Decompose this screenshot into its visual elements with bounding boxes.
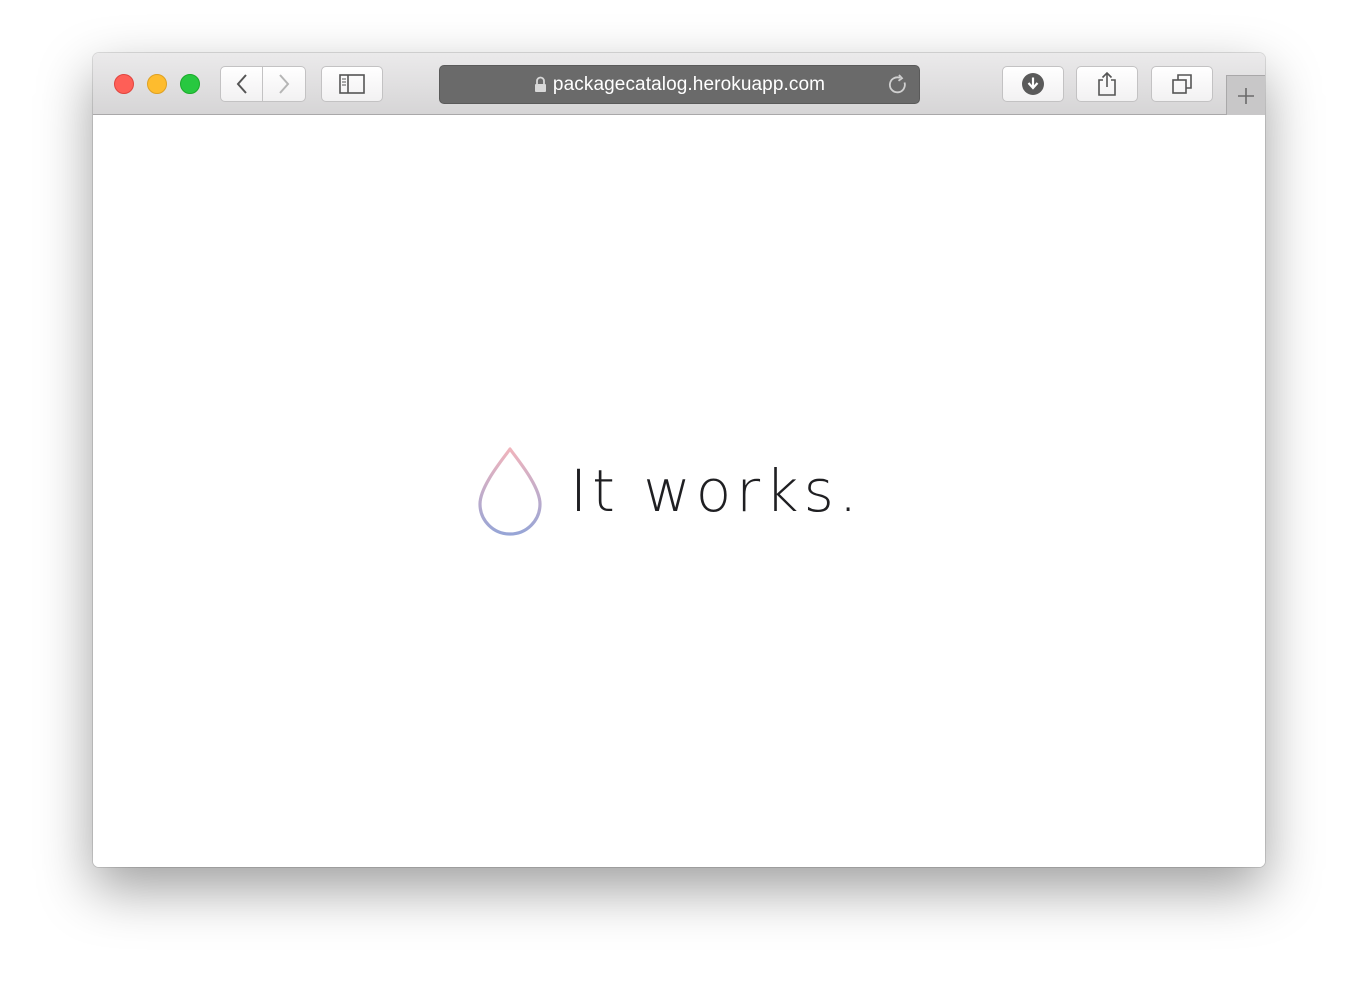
share-icon (1098, 71, 1116, 96)
close-window-button[interactable] (114, 74, 134, 94)
tab-overview-button[interactable] (1151, 66, 1213, 102)
forward-button[interactable] (263, 66, 306, 102)
reload-icon[interactable] (887, 74, 909, 96)
url-display: packagecatalog.herokuapp.com (440, 66, 919, 103)
droplet-icon (478, 447, 542, 536)
share-button[interactable] (1076, 66, 1138, 102)
plus-icon (1238, 87, 1254, 104)
toolbar: packagecatalog.herokuapp.com (93, 53, 1265, 115)
address-bar[interactable]: packagecatalog.herokuapp.com (439, 65, 920, 104)
chevron-left-icon (236, 74, 247, 94)
chevron-right-icon (279, 74, 290, 94)
zoom-window-button[interactable] (180, 74, 200, 94)
headline: It works. (570, 457, 863, 525)
downloads-button[interactable] (1002, 66, 1064, 102)
browser-window: packagecatalog.herokuapp.com It works. (93, 53, 1265, 867)
download-icon (1022, 73, 1044, 95)
lock-icon (534, 76, 546, 92)
url-text: packagecatalog.herokuapp.com (552, 73, 826, 95)
hero: It works. (476, 446, 862, 536)
new-tab-button[interactable] (1226, 75, 1265, 115)
page-content: It works. (93, 115, 1265, 867)
minimize-window-button[interactable] (147, 74, 167, 94)
back-button[interactable] (220, 66, 263, 102)
sidebar-icon (339, 74, 365, 94)
navigation-buttons (220, 66, 306, 102)
sidebar-button[interactable] (321, 66, 383, 102)
tab-overview-icon (1172, 74, 1192, 94)
